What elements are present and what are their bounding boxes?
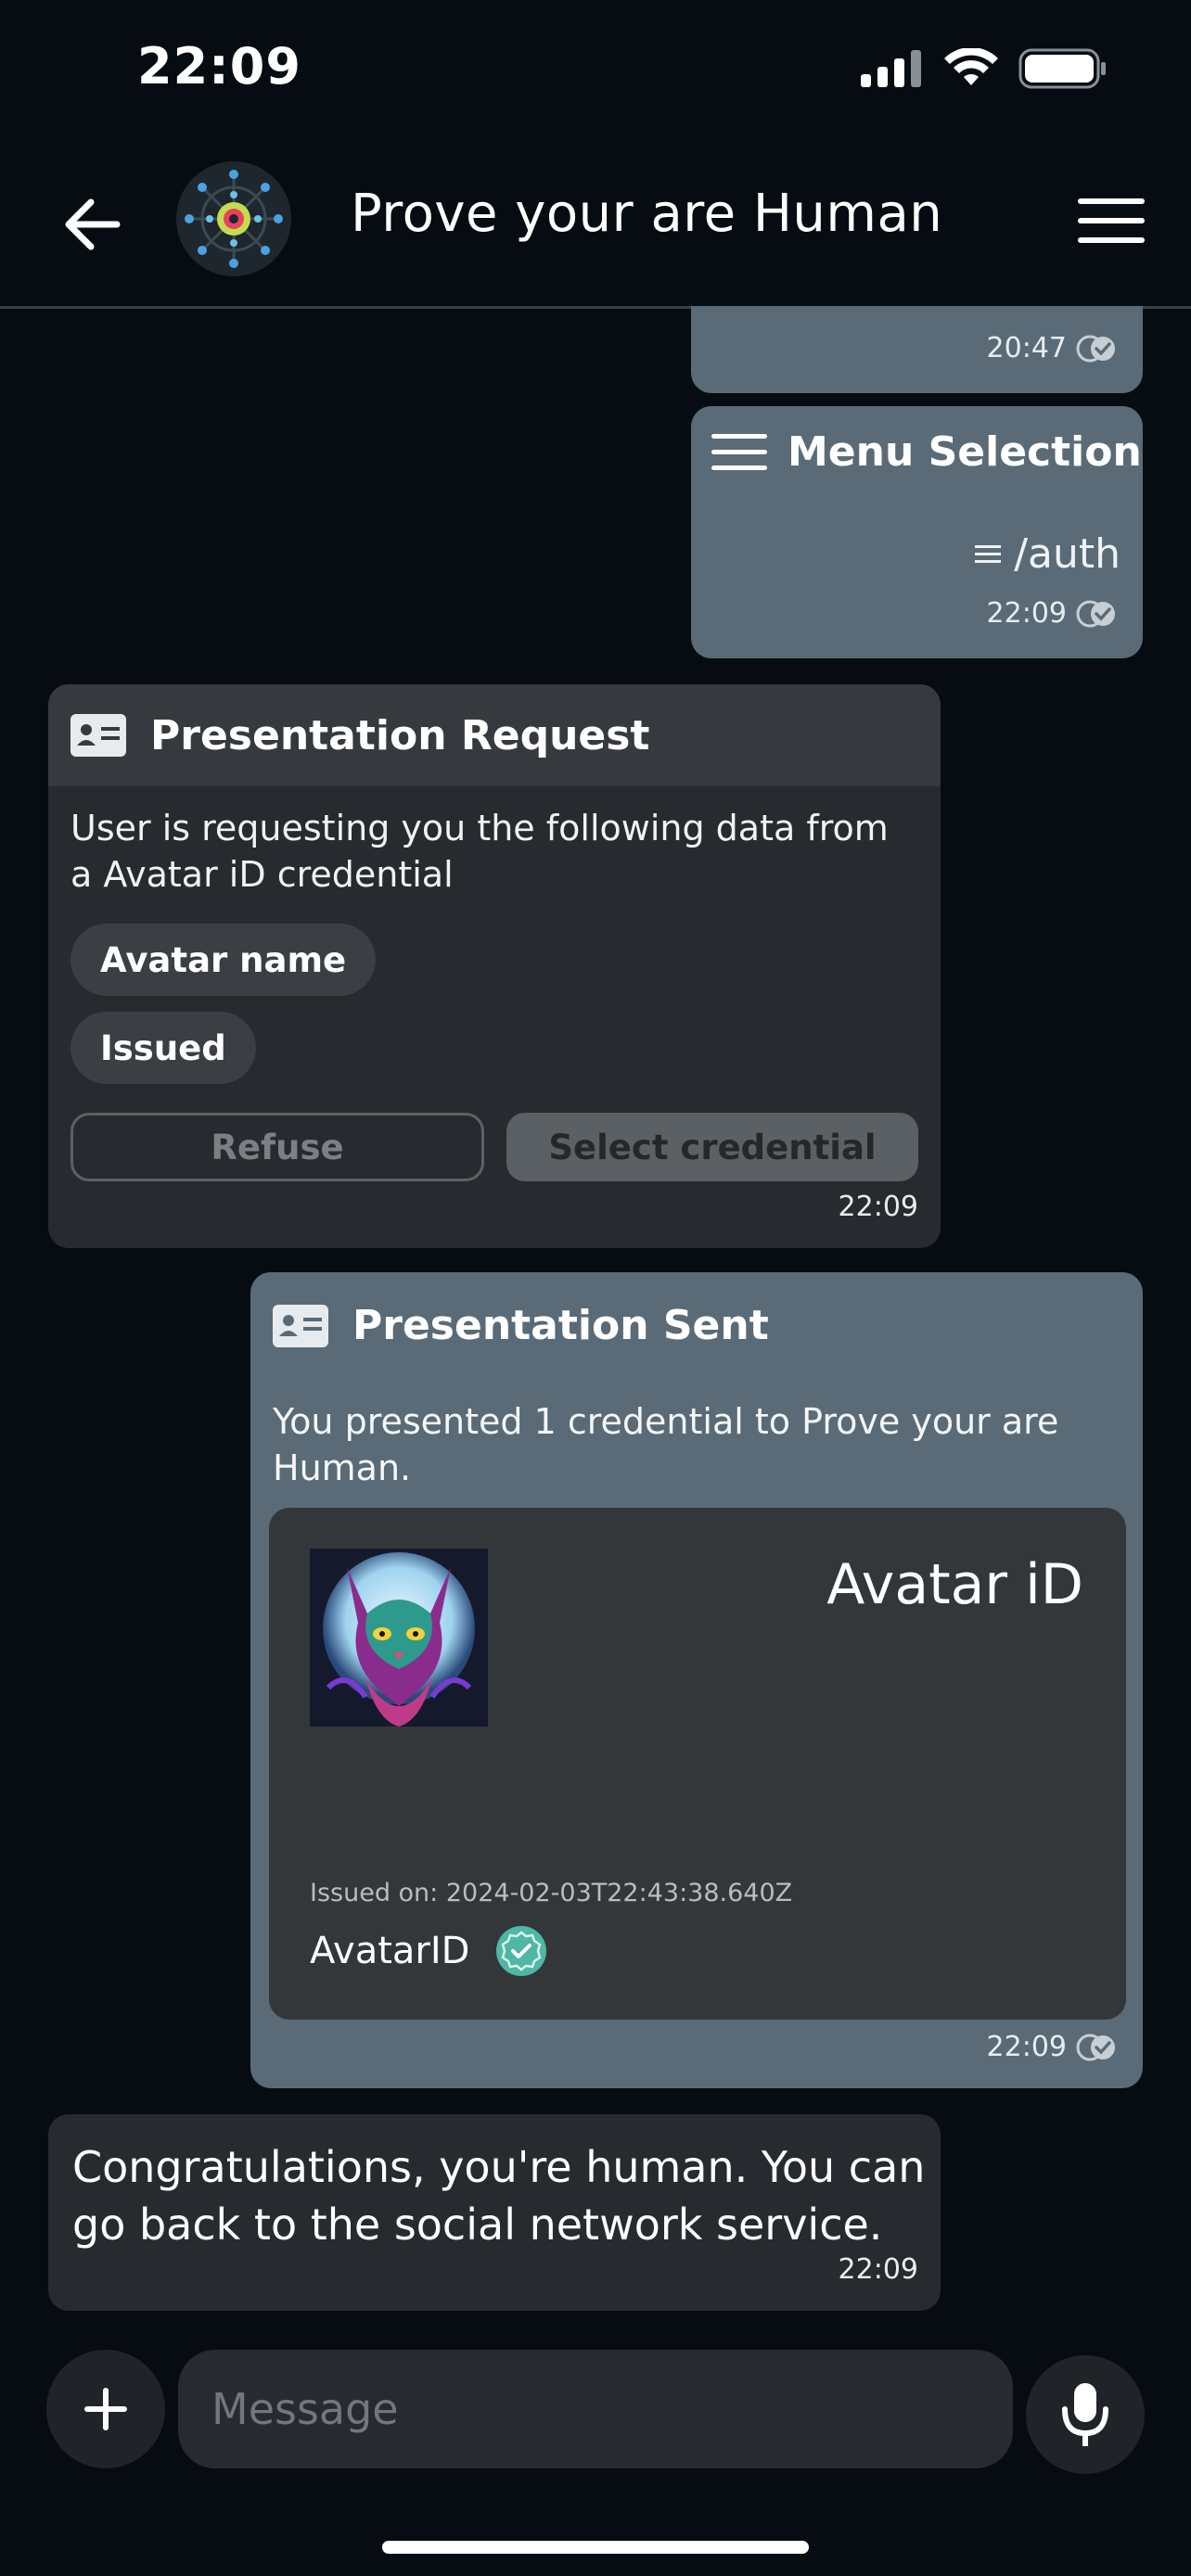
presentation-sent-header: Presentation Sent [273, 1302, 769, 1349]
read-check-icon [1076, 2034, 1115, 2060]
congrats-bubble: Congratulations, you're human. You can g… [48, 2114, 941, 2311]
read-check-icon [1076, 600, 1115, 627]
message-time: 22:09 [986, 597, 1067, 630]
message-time: 22:09 [838, 1191, 918, 1223]
hamburger-menu-icon [1078, 198, 1145, 243]
status-icons [861, 48, 1108, 89]
message-bubble-previous: 20:47 [691, 306, 1143, 393]
credential-title: Avatar iD [826, 1552, 1083, 1617]
credential-card[interactable]: Avatar iD Issued on: 2024-02-03T22:43:38… [269, 1508, 1126, 2020]
back-button[interactable] [56, 187, 130, 261]
menu-selection-header: Menu Selection [711, 428, 1142, 476]
verified-badge-icon [496, 1926, 547, 1976]
congrats-text: Congratulations, you're human. You can g… [72, 2142, 926, 2250]
read-check-icon [1076, 335, 1115, 362]
home-indicator[interactable] [382, 2541, 809, 2554]
credential-issuer: AvatarID [310, 1925, 547, 1977]
microphone-icon [1062, 2383, 1108, 2446]
menu-command: /auth [975, 530, 1121, 578]
status-time: 22:09 [137, 37, 301, 96]
presentation-request-text: User is requesting you the following dat… [70, 808, 889, 895]
id-card-icon [273, 1304, 328, 1347]
list-icon [975, 544, 1002, 563]
battery-icon [1018, 48, 1106, 89]
select-credential-button[interactable]: Select credential [506, 1113, 918, 1181]
message-time: 22:09 [838, 2253, 918, 2286]
message-time: 20:47 [986, 332, 1067, 364]
signal-icon [861, 50, 921, 87]
refuse-button[interactable]: Refuse [70, 1113, 484, 1181]
attribute-chip: Avatar name [70, 924, 377, 996]
message-meta: 22:09 [987, 597, 1117, 630]
menu-command-text: /auth [1014, 530, 1121, 578]
cat-avatar-icon [310, 1549, 488, 1727]
wifi-icon [944, 48, 998, 85]
message-meta: 22:09 [839, 1191, 918, 1223]
credential-issuer-name: AvatarID [310, 1930, 470, 1972]
microphone-button[interactable] [1026, 2355, 1145, 2474]
presentation-sent-bubble: Presentation Sent You presented 1 creden… [250, 1272, 1143, 2088]
menu-button[interactable] [1076, 193, 1146, 249]
id-card-icon [70, 714, 126, 757]
credential-avatar-image [310, 1549, 488, 1727]
add-attachment-button[interactable] [46, 2350, 165, 2468]
plus-icon [84, 2388, 127, 2430]
bot-logo-icon [185, 170, 283, 268]
message-meta: 20:47 [987, 332, 1117, 364]
menu-selection-bubble: Menu Selection /auth 22:09 [691, 406, 1143, 658]
back-arrow-icon [65, 198, 121, 250]
bot-avatar[interactable] [176, 161, 291, 276]
presentation-request-title: Presentation Request [150, 711, 650, 759]
message-input[interactable] [178, 2350, 1013, 2468]
presentation-request-header: Presentation Request [48, 684, 941, 786]
presentation-request-bubble: Presentation Request User is requesting … [48, 684, 941, 1248]
message-time: 22:09 [986, 2031, 1067, 2063]
credential-issued-date: Issued on: 2024-02-03T22:43:38.640Z [310, 1879, 793, 1907]
message-meta: 22:09 [987, 2031, 1117, 2063]
chat-title: Prove your are Human [351, 184, 943, 244]
attribute-chip: Issued [70, 1012, 256, 1084]
chat-header: Prove your are Human [0, 148, 1191, 308]
menu-lines-icon [711, 433, 767, 470]
presentation-sent-text: You presented 1 credential to Prove your… [273, 1401, 1059, 1488]
presentation-sent-title: Presentation Sent [352, 1302, 769, 1349]
message-meta: 22:09 [839, 2253, 918, 2286]
menu-selection-title: Menu Selection [788, 428, 1142, 476]
